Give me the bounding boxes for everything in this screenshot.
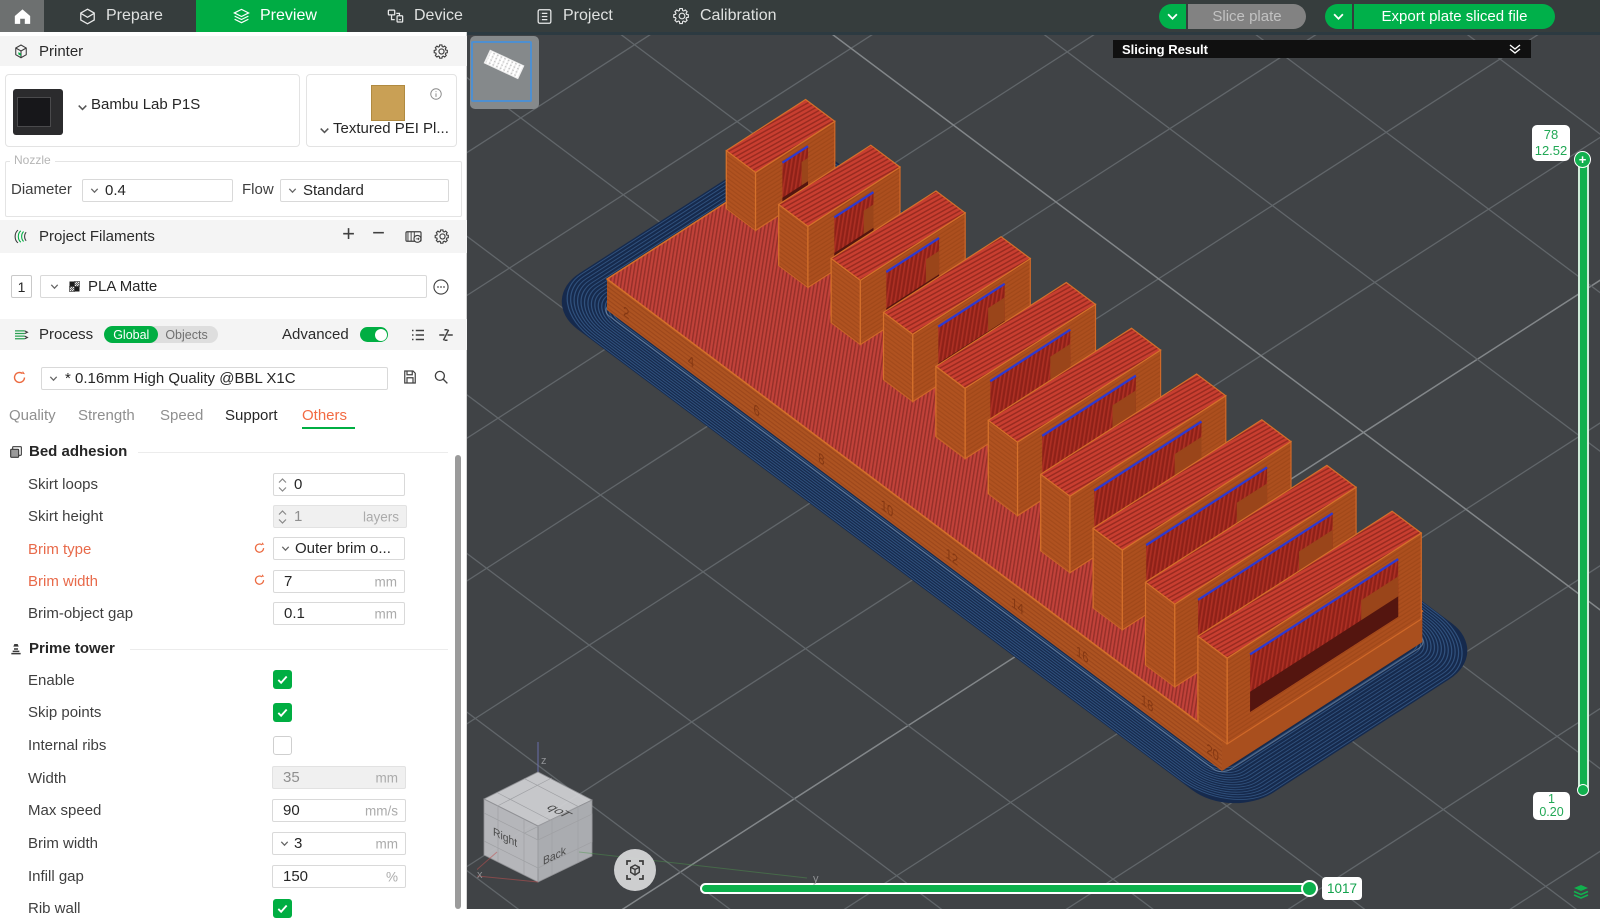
- svg-text:y: y: [813, 873, 819, 885]
- svg-text:x: x: [477, 869, 483, 881]
- svg-text:z: z: [541, 755, 547, 767]
